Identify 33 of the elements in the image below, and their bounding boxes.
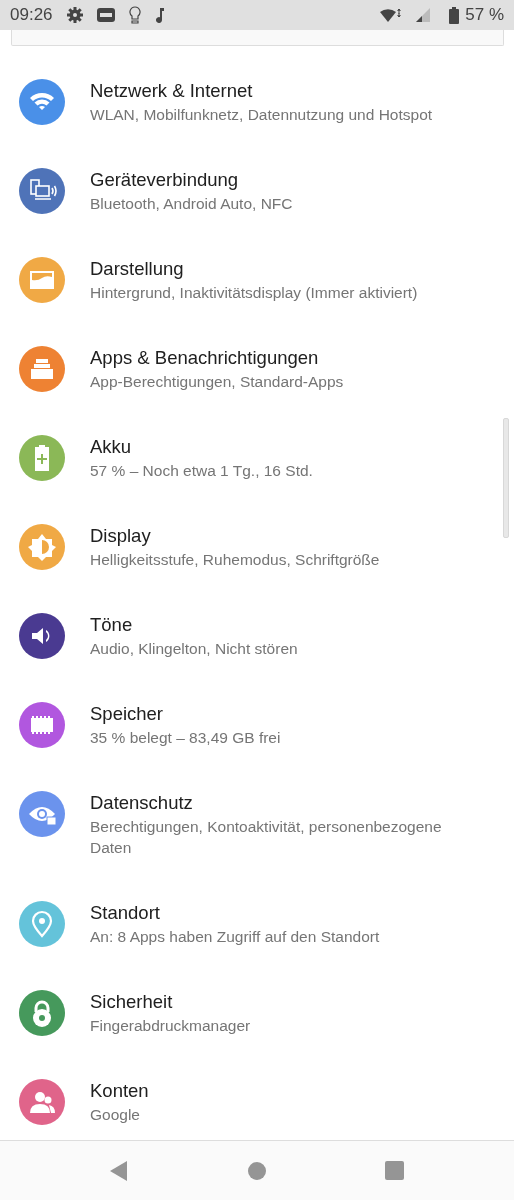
item-title: Standort <box>90 901 161 924</box>
item-subtitle: 57 % – Noch etwa 1 Tg., 16 Std. <box>90 461 313 481</box>
item-title: Datenschutz <box>90 791 194 814</box>
music-note-icon <box>154 7 165 23</box>
clock: 09:26 <box>10 5 53 25</box>
item-subtitle: App-Berechtigungen, Standard-Apps <box>90 372 344 392</box>
battery-percentage: 57 % <box>465 5 504 25</box>
item-title: Netzwerk & Internet <box>90 79 254 102</box>
settings-icon <box>66 7 83 23</box>
item-subtitle: An: 8 Apps haben Zugriff auf den Standort <box>90 927 380 947</box>
item-title: Geräteverbindung <box>90 168 240 191</box>
wifi-icon <box>379 7 402 23</box>
item-subtitle: WLAN, Mobilfunknetz, Datennutzung und Hotspot <box>90 105 433 125</box>
item-title: Display <box>90 524 152 547</box>
item-subtitle: 35 % belegt – 83,49 GB frei <box>90 728 281 748</box>
item-subtitle: Berechtigungen, Kontoaktivität, personenbezogene Daten <box>90 817 443 858</box>
item-title: Darstellung <box>90 257 185 280</box>
lightbulb-icon <box>128 6 141 24</box>
item-title: Apps & Benachrichtigungen <box>90 346 320 369</box>
item-title: Töne <box>90 613 134 636</box>
item-title: Akku <box>90 435 133 458</box>
item-subtitle: Hintergrund, Inaktivitätsdisplay (Immer aktiviert) <box>90 283 418 303</box>
recents-icon[interactable] <box>383 1158 407 1183</box>
item-title: Speicher <box>90 702 164 725</box>
battery-icon <box>449 6 460 24</box>
item-title: Konten <box>90 1079 149 1102</box>
item-subtitle: Bluetooth, Android Auto, NFC <box>90 194 293 214</box>
item-title: Sicherheit <box>90 990 174 1013</box>
item-subtitle: Fingerabdruckmanager <box>90 1016 251 1036</box>
item-subtitle: Audio, Klingelton, Nicht stören <box>90 639 298 659</box>
item-subtitle: Google <box>90 1105 141 1125</box>
item-subtitle: Helligkeitsstufe, Ruhemodus, Schriftgröße <box>90 550 380 570</box>
card-icon <box>96 8 115 22</box>
